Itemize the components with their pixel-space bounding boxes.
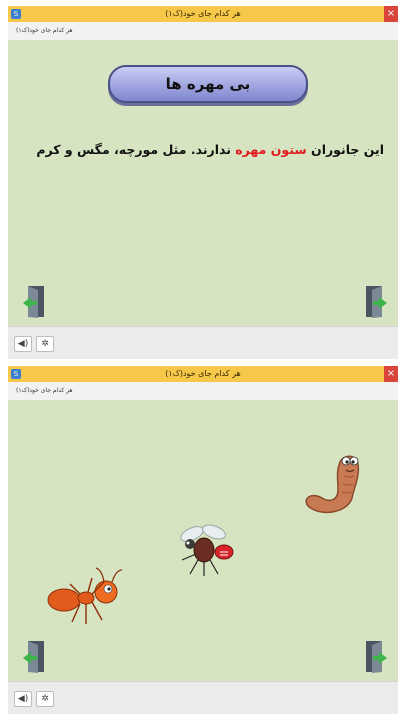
window-title: هر کدام جای خود(ک۱) <box>165 9 241 18</box>
speaker-icon[interactable]: ◀) <box>14 336 32 352</box>
slide-canvas: بی مهره ها این جانوران ستون مهره ندارند.… <box>8 40 398 326</box>
gear-icon[interactable]: ✲ <box>36 691 54 707</box>
body-text-part1: این جانوران <box>306 142 384 157</box>
speaker-icon[interactable]: ◀) <box>14 691 32 707</box>
slide-body-text: این جانوران ستون مهره ندارند. مثل مورچه،… <box>18 142 384 157</box>
slide-heading: بی مهره ها <box>108 65 308 103</box>
body-text-highlight: ستون مهره <box>235 142 307 157</box>
door-next-icon[interactable] <box>362 285 388 319</box>
sub-header: هر کدام جای خود(ک۱) <box>8 382 398 400</box>
app-window-2: S هر کدام جای خود(ک۱) × هر کدام جای خود(… <box>8 366 398 714</box>
close-button[interactable]: × <box>384 366 398 382</box>
close-button[interactable]: × <box>384 6 398 22</box>
lesson-title: هر کدام جای خود(ک۱) <box>16 27 73 34</box>
door-next-icon[interactable] <box>362 640 388 674</box>
bottom-toolbar: ◀) ✲ <box>8 326 398 359</box>
worm-character[interactable] <box>298 448 370 520</box>
door-exit-icon[interactable] <box>22 640 48 674</box>
fly-character[interactable] <box>170 518 240 578</box>
ant-character[interactable] <box>44 566 130 630</box>
lesson-title: هر کدام جای خود(ک۱) <box>16 387 73 394</box>
title-bar: S هر کدام جای خود(ک۱) × <box>8 6 398 22</box>
sub-header: هر کدام جای خود(ک۱) <box>8 22 398 40</box>
title-bar: S هر کدام جای خود(ک۱) × <box>8 366 398 382</box>
gear-icon[interactable]: ✲ <box>36 336 54 352</box>
app-window-1: S هر کدام جای خود(ک۱) × هر کدام جای خود(… <box>8 6 398 359</box>
door-exit-icon[interactable] <box>22 285 48 319</box>
window-title: هر کدام جای خود(ک۱) <box>165 369 241 378</box>
body-text-part2: ندارند. مثل مورچه، مگس و کرم <box>36 142 236 157</box>
slide-canvas <box>8 400 398 681</box>
bottom-toolbar: ◀) ✲ <box>8 681 398 714</box>
